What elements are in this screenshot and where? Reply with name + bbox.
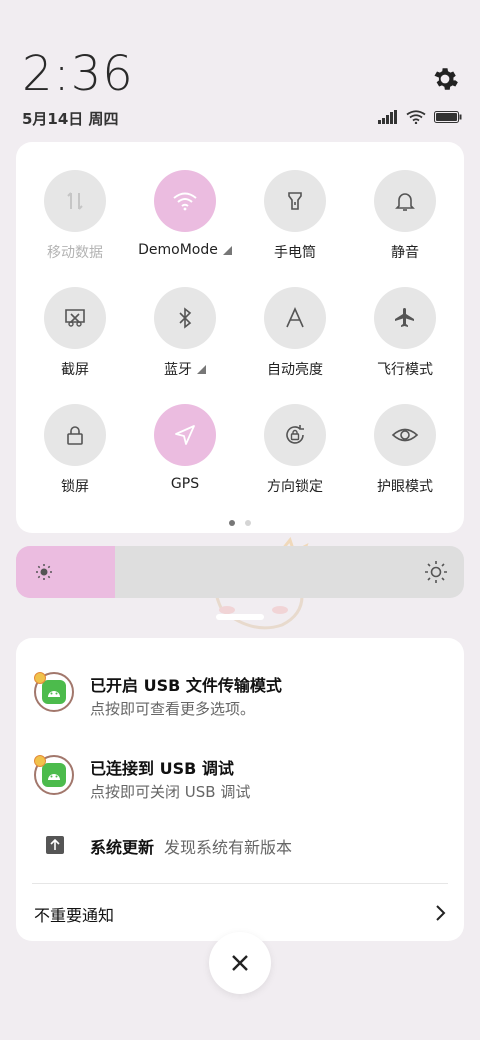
app-icon bbox=[34, 755, 74, 795]
tile-circle bbox=[154, 170, 216, 232]
tile-label: 截屏 bbox=[61, 362, 89, 378]
brightness-low-icon bbox=[36, 564, 52, 580]
tile-label: 蓝牙 bbox=[164, 359, 206, 379]
notification-subtitle: 点按即可查看更多选项。 bbox=[90, 700, 256, 718]
tile-label: 自动亮度 bbox=[267, 362, 323, 378]
lock-icon bbox=[67, 426, 83, 445]
tile-label: 飞行模式 bbox=[377, 362, 433, 378]
tile-flashlight[interactable]: 手电筒 bbox=[240, 170, 350, 270]
tile-auto-brightness[interactable]: 自动亮度 bbox=[240, 287, 350, 387]
status-icons bbox=[378, 108, 462, 126]
drag-handle[interactable] bbox=[216, 614, 264, 620]
tile-eye-care[interactable]: 护眼模式 bbox=[350, 404, 460, 504]
tile-circle bbox=[44, 404, 106, 466]
bell-icon bbox=[395, 193, 415, 211]
tile-gps[interactable]: GPS bbox=[130, 404, 240, 504]
tile-label: GPS bbox=[170, 476, 200, 492]
system-update-text: 系统更新 发现系统有新版本 bbox=[90, 834, 292, 858]
brightness-fill bbox=[16, 546, 115, 598]
system-update-message: 发现系统有新版本 bbox=[164, 838, 293, 857]
brightness-slider[interactable] bbox=[16, 546, 464, 598]
notification-title: 已开启 USB 文件传输模式 bbox=[90, 676, 282, 695]
tile-screenshot[interactable]: 截屏 bbox=[20, 287, 130, 387]
android-icon bbox=[42, 680, 66, 704]
airplane-icon bbox=[395, 308, 414, 327]
tile-label: 静音 bbox=[391, 245, 419, 261]
tile-label: 方向锁定 bbox=[267, 479, 323, 495]
tile-label: 锁屏 bbox=[61, 479, 89, 495]
screenshot-icon bbox=[65, 309, 85, 327]
notification-subtitle: 点按即可关闭 USB 调试 bbox=[90, 783, 251, 801]
badge-icon bbox=[34, 672, 46, 684]
badge-icon bbox=[34, 755, 46, 767]
tile-circle bbox=[374, 404, 436, 466]
tile-label: 移动数据 bbox=[47, 245, 103, 261]
signal-icon bbox=[378, 110, 397, 124]
status-header: 2:36 5月14日 周四 bbox=[0, 0, 480, 140]
chevron-right-icon[interactable] bbox=[434, 904, 446, 922]
wifi-icon bbox=[173, 192, 197, 211]
tile-circle bbox=[154, 404, 216, 466]
auto-brightness-icon bbox=[286, 307, 304, 328]
unimportant-notifications-link[interactable]: 不重要通知 bbox=[34, 902, 114, 926]
tile-circle bbox=[374, 287, 436, 349]
upload-icon bbox=[46, 836, 64, 854]
tile-rotation-lock[interactable]: 方向锁定 bbox=[240, 404, 350, 504]
tile-airplane[interactable]: 飞行模式 bbox=[350, 287, 460, 387]
date-label: 5月14日 周四 bbox=[22, 110, 119, 128]
close-icon bbox=[232, 955, 248, 971]
app-icon bbox=[34, 672, 74, 712]
tile-circle bbox=[374, 170, 436, 232]
system-update-title: 系统更新 bbox=[90, 838, 155, 857]
wifi-status-icon bbox=[406, 110, 426, 124]
tile-mobile-data[interactable]: 移动数据 bbox=[20, 170, 130, 270]
tile-circle bbox=[44, 170, 106, 232]
tile-circle bbox=[264, 404, 326, 466]
tile-circle bbox=[44, 287, 106, 349]
page-indicator bbox=[16, 520, 464, 526]
bluetooth-icon bbox=[179, 307, 192, 329]
tile-circle bbox=[264, 287, 326, 349]
android-icon bbox=[42, 763, 66, 787]
tile-label: DemoMode bbox=[138, 242, 232, 258]
battery-icon bbox=[434, 111, 462, 123]
expand-triangle-icon bbox=[197, 364, 206, 374]
clock-time: 2:36 bbox=[22, 46, 134, 102]
quick-settings-panel: 移动数据 DemoMode 手电筒 静音 截屏 蓝牙 自动亮度 飞行模式 锁屏 … bbox=[16, 142, 464, 533]
page-dot[interactable] bbox=[245, 520, 251, 526]
tile-bluetooth[interactable]: 蓝牙 bbox=[130, 287, 240, 387]
tile-label: 手电筒 bbox=[274, 245, 316, 261]
tile-circle bbox=[264, 170, 326, 232]
expand-triangle-icon bbox=[222, 245, 232, 255]
tile-lock-screen[interactable]: 锁屏 bbox=[20, 404, 130, 504]
page-dot-active[interactable] bbox=[229, 520, 235, 526]
divider bbox=[32, 883, 448, 884]
tile-silent[interactable]: 静音 bbox=[350, 170, 460, 270]
gear-icon[interactable] bbox=[430, 64, 460, 94]
location-icon bbox=[175, 425, 195, 445]
clear-all-button[interactable] bbox=[209, 932, 271, 994]
rotation-lock-icon bbox=[286, 425, 304, 444]
flashlight-icon bbox=[288, 192, 302, 210]
tile-label: 护眼模式 bbox=[377, 479, 433, 495]
mobile-data-icon bbox=[67, 192, 83, 210]
tile-circle bbox=[154, 287, 216, 349]
notification-panel: 已开启 USB 文件传输模式 点按即可查看更多选项。 已连接到 USB 调试 点… bbox=[16, 638, 464, 941]
brightness-high-icon bbox=[425, 561, 447, 583]
notification-title: 已连接到 USB 调试 bbox=[90, 759, 234, 778]
tile-wifi[interactable]: DemoMode bbox=[130, 170, 240, 270]
eye-icon bbox=[391, 428, 419, 442]
